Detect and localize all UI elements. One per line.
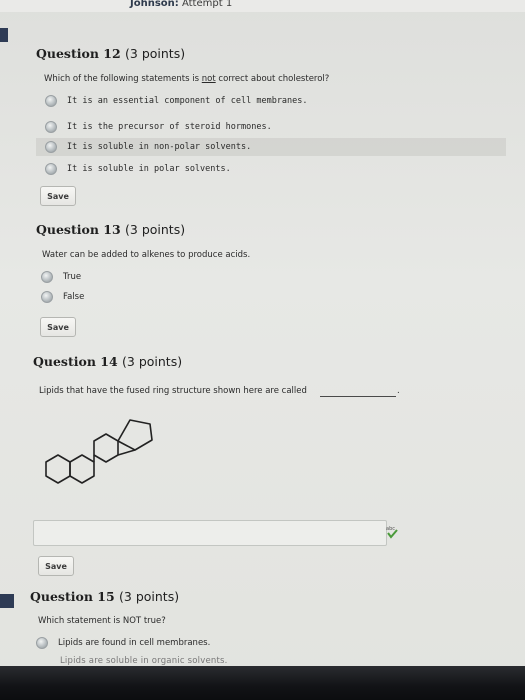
radio-button[interactable]: [45, 163, 57, 175]
radio-button[interactable]: [41, 291, 53, 303]
question-15-points: (3 points): [119, 589, 180, 604]
radio-button[interactable]: [45, 141, 57, 153]
radio-button[interactable]: [45, 121, 57, 133]
option-label: It is the precursor of steroid hormones.: [67, 122, 272, 132]
question-13-prompt: Water can be added to alkenes to produce…: [42, 250, 251, 260]
option-label: False: [63, 292, 85, 302]
question-14-number: Question 14: [33, 354, 118, 369]
question-13-title: Question 13 (3 points): [36, 222, 185, 237]
q12-prompt-part: Which of the following statements is: [44, 74, 202, 84]
q12-option-4[interactable]: It is soluble in polar solvents.: [36, 160, 506, 178]
ring-d: [117, 419, 153, 451]
q13-option-false[interactable]: False: [32, 288, 502, 306]
question-15-title: Question 15 (3 points): [30, 589, 179, 604]
question-15-prompt: Which statement is NOT true?: [38, 616, 166, 626]
radio-button[interactable]: [45, 95, 57, 107]
q12-prompt-emphasis: not: [201, 74, 216, 84]
question-12-title: Question 12 (3 points): [36, 46, 185, 61]
q13-save-button[interactable]: Save: [40, 317, 76, 337]
question-14-title: Question 14 (3 points): [33, 354, 182, 369]
q15-option-1[interactable]: Lipids are found in cell membranes.: [27, 634, 497, 652]
screen-bezel: [0, 666, 525, 700]
radio-button[interactable]: [36, 637, 48, 649]
q12-prompt-part: correct about cholesterol?: [215, 74, 330, 84]
option-label: It is an essential component of cell mem…: [67, 96, 308, 106]
question-flag-marker: [0, 594, 14, 608]
q12-option-1[interactable]: It is an essential component of cell mem…: [36, 92, 506, 110]
q12-save-button[interactable]: Save: [40, 186, 76, 206]
option-label: It is soluble in polar solvents.: [67, 164, 231, 174]
question-12-points: (3 points): [125, 46, 186, 61]
attempt-header-text: Johnson: Attempt 1: [130, 0, 232, 9]
q12-option-3[interactable]: It is soluble in non-polar solvents.: [36, 138, 506, 156]
radio-button[interactable]: [41, 271, 53, 283]
option-label: Lipids are found in cell membranes.: [58, 638, 211, 648]
option-label: True: [63, 272, 82, 282]
prompt-period: .: [397, 386, 400, 396]
question-15-number: Question 15: [30, 589, 115, 604]
question-12-prompt: Which of the following statements is not…: [44, 74, 329, 84]
question-13-number: Question 13: [36, 222, 121, 237]
q13-option-true[interactable]: True: [32, 268, 502, 286]
q12-option-2[interactable]: It is the precursor of steroid hormones.: [36, 118, 506, 136]
question-13-points: (3 points): [125, 222, 186, 237]
steroid-ring-structure-image: [45, 419, 153, 484]
q14-answer-input[interactable]: [33, 520, 387, 546]
question-flag-marker: [0, 28, 8, 42]
question-12-number: Question 12: [36, 46, 121, 61]
quiz-page: Johnson: Attempt 1 Question 12 (3 points…: [0, 0, 525, 700]
question-14-prompt: Lipids that have the fused ring structur…: [39, 386, 307, 396]
option-label: It is soluble in non-polar solvents.: [67, 142, 252, 152]
fill-in-blank-line: [320, 396, 396, 397]
spell-check-icon[interactable]: abc: [385, 525, 399, 539]
q14-save-button[interactable]: Save: [38, 556, 74, 576]
attempt-header: Johnson: Attempt 1: [0, 0, 525, 12]
ring-a: [45, 454, 71, 484]
q15-option-2-partial[interactable]: Lipids are soluble in organic solvents.: [60, 656, 228, 666]
svg-text:abc: abc: [386, 526, 395, 532]
ring-c: [93, 433, 119, 463]
attempt-label: Attempt 1: [181, 0, 233, 9]
ring-b: [69, 454, 95, 484]
student-name: Johnson:: [130, 0, 179, 9]
question-14-points: (3 points): [122, 354, 183, 369]
